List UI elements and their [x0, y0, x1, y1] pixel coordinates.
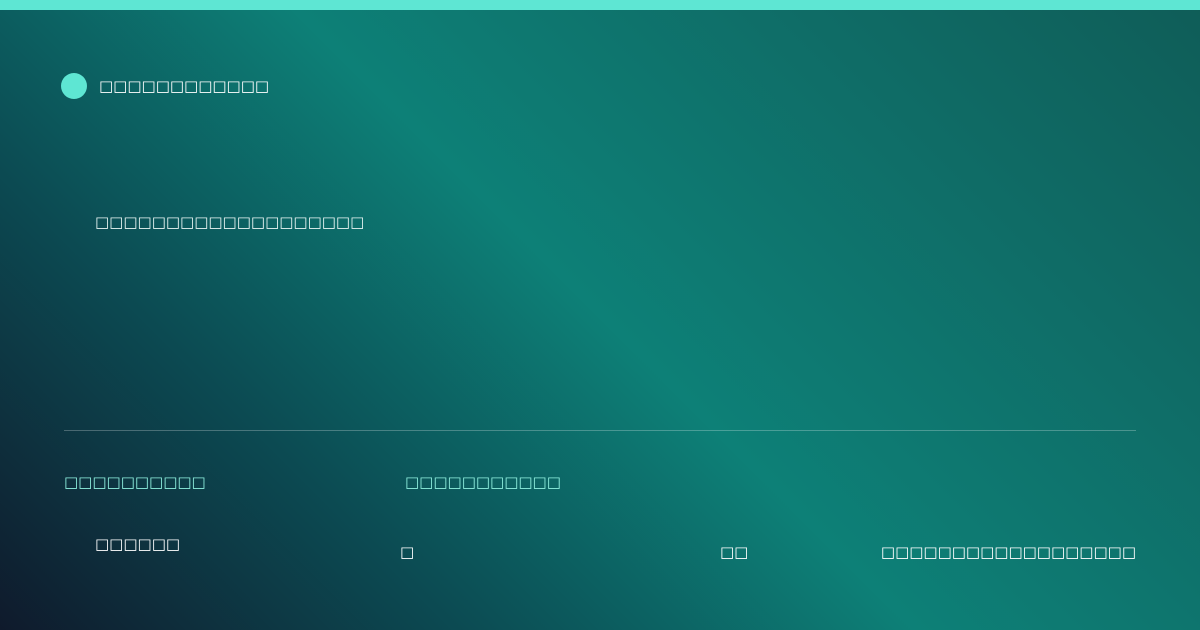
brand-name: □□□□□□□□□□□□	[99, 77, 270, 95]
top-accent-bar	[0, 0, 1200, 10]
divider	[64, 430, 1136, 431]
footer-time: □□	[720, 543, 749, 561]
meta-label-primary: □□□□□□□□□□	[64, 473, 206, 491]
headline: □□□□□□□□□□□□□□□□□□□	[95, 213, 365, 231]
footer-separator: □	[400, 543, 415, 561]
footer-url[interactable]: □□□□□□□□□□□□□□□□□□	[881, 542, 1136, 562]
footer-author: □□□□□□	[95, 535, 181, 553]
brand: □□□□□□□□□□□□	[61, 73, 269, 99]
brand-dot-icon	[61, 73, 87, 99]
meta-label-secondary: □□□□□□□□□□□	[405, 473, 561, 491]
